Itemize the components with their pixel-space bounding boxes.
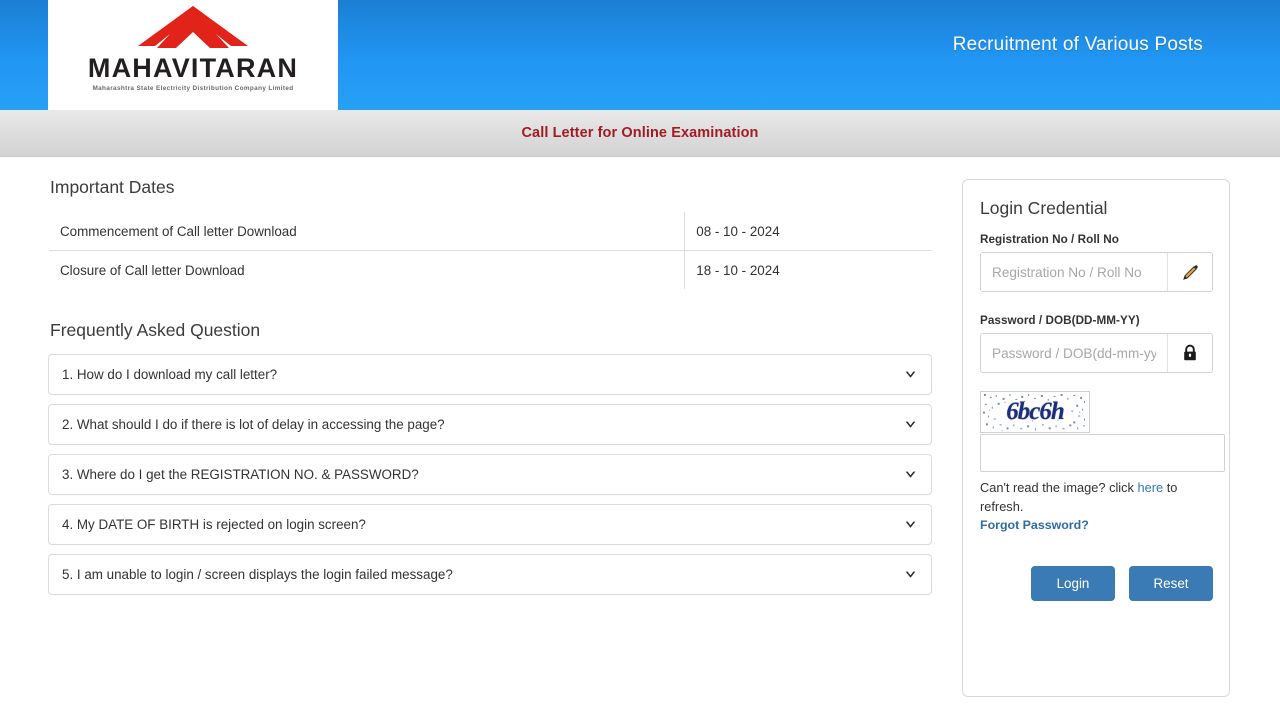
lock-icon[interactable] xyxy=(1167,334,1212,372)
chevron-down-icon[interactable] xyxy=(904,368,917,381)
logo-wordmark: MAHAVITARAN xyxy=(87,53,299,83)
login-panel: Login Credential Registration No / Roll … xyxy=(962,179,1230,697)
subheader-title: Call Letter for Online Examination xyxy=(521,125,759,141)
page-header: MAHAVITARAN Maharashtra State Electricit… xyxy=(0,0,1280,110)
mahavitaran-logo: MAHAVITARAN Maharashtra State Electricit… xyxy=(48,0,338,110)
important-dates-table: Commencement of Call letter Download 08 … xyxy=(48,211,932,290)
faq-question: 1. How do I download my call letter? xyxy=(62,367,278,382)
faq-question: 5. I am unable to login / screen display… xyxy=(62,567,453,582)
pencil-icon[interactable] xyxy=(1167,253,1212,291)
registration-input[interactable] xyxy=(981,253,1167,291)
faq-item-1[interactable]: 1. How do I download my call letter? xyxy=(48,354,932,395)
faq-list: 1. How do I download my call letter? 2. … xyxy=(48,354,932,595)
reset-button[interactable]: Reset xyxy=(1129,566,1213,602)
date-value: 08 - 10 - 2024 xyxy=(684,212,931,251)
captcha-text: 6bc6h xyxy=(1006,398,1065,425)
table-row: Commencement of Call letter Download 08 … xyxy=(49,212,931,251)
refresh-captcha-link[interactable]: here xyxy=(1138,480,1164,495)
captcha-image: 6bc6h xyxy=(980,391,1090,433)
chevron-down-icon[interactable] xyxy=(904,568,917,581)
date-value: 18 - 10 - 2024 xyxy=(684,250,931,289)
faq-item-2[interactable]: 2. What should I do if there is lot of d… xyxy=(48,404,932,445)
login-heading: Login Credential xyxy=(980,198,1108,218)
logo-subtitle: Maharashtra State Electricity Distributi… xyxy=(92,85,294,92)
faq-question: 4. My DATE OF BIRTH is rejected on login… xyxy=(62,517,366,532)
date-label: Commencement of Call letter Download xyxy=(49,212,686,251)
faq-question: 3. Where do I get the REGISTRATION NO. &… xyxy=(62,467,419,482)
chevron-down-icon[interactable] xyxy=(904,518,917,531)
subheader-bar: Call Letter for Online Examination xyxy=(0,110,1280,157)
faq-item-5[interactable]: 5. I am unable to login / screen display… xyxy=(48,554,932,595)
faq-heading: Frequently Asked Question xyxy=(50,320,261,340)
login-button-row: Login Reset xyxy=(980,566,1213,602)
left-column: Important Dates Commencement of Call let… xyxy=(48,177,932,604)
password-label: Password / DOB(DD-MM-YY) xyxy=(980,314,1140,327)
forgot-password-link[interactable]: Forgot Password? xyxy=(980,518,1089,532)
hint-prefix: Can't read the image? click xyxy=(980,480,1138,495)
mahavitaran-arrow-icon xyxy=(138,6,248,48)
captcha-input[interactable] xyxy=(980,434,1225,472)
faq-item-3[interactable]: 3. Where do I get the REGISTRATION NO. &… xyxy=(48,454,932,495)
faq-item-4[interactable]: 4. My DATE OF BIRTH is rejected on login… xyxy=(48,504,932,545)
important-dates-heading: Important Dates xyxy=(50,177,175,197)
login-button[interactable]: Login xyxy=(1031,566,1115,602)
faq-question: 2. What should I do if there is lot of d… xyxy=(62,417,445,432)
password-input-group[interactable] xyxy=(980,333,1213,373)
main-content: Important Dates Commencement of Call let… xyxy=(0,157,1280,719)
registration-label: Registration No / Roll No xyxy=(980,233,1119,246)
chevron-down-icon[interactable] xyxy=(904,468,917,481)
page-title: Recruitment of Various Posts xyxy=(952,34,1203,55)
registration-input-group[interactable] xyxy=(980,252,1213,292)
password-input[interactable] xyxy=(981,334,1167,372)
chevron-down-icon[interactable] xyxy=(904,418,917,431)
date-label: Closure of Call letter Download xyxy=(49,250,686,289)
table-row: Closure of Call letter Download 18 - 10 … xyxy=(49,250,931,289)
captcha-refresh-hint: Can't read the image? click here to refr… xyxy=(980,479,1218,516)
